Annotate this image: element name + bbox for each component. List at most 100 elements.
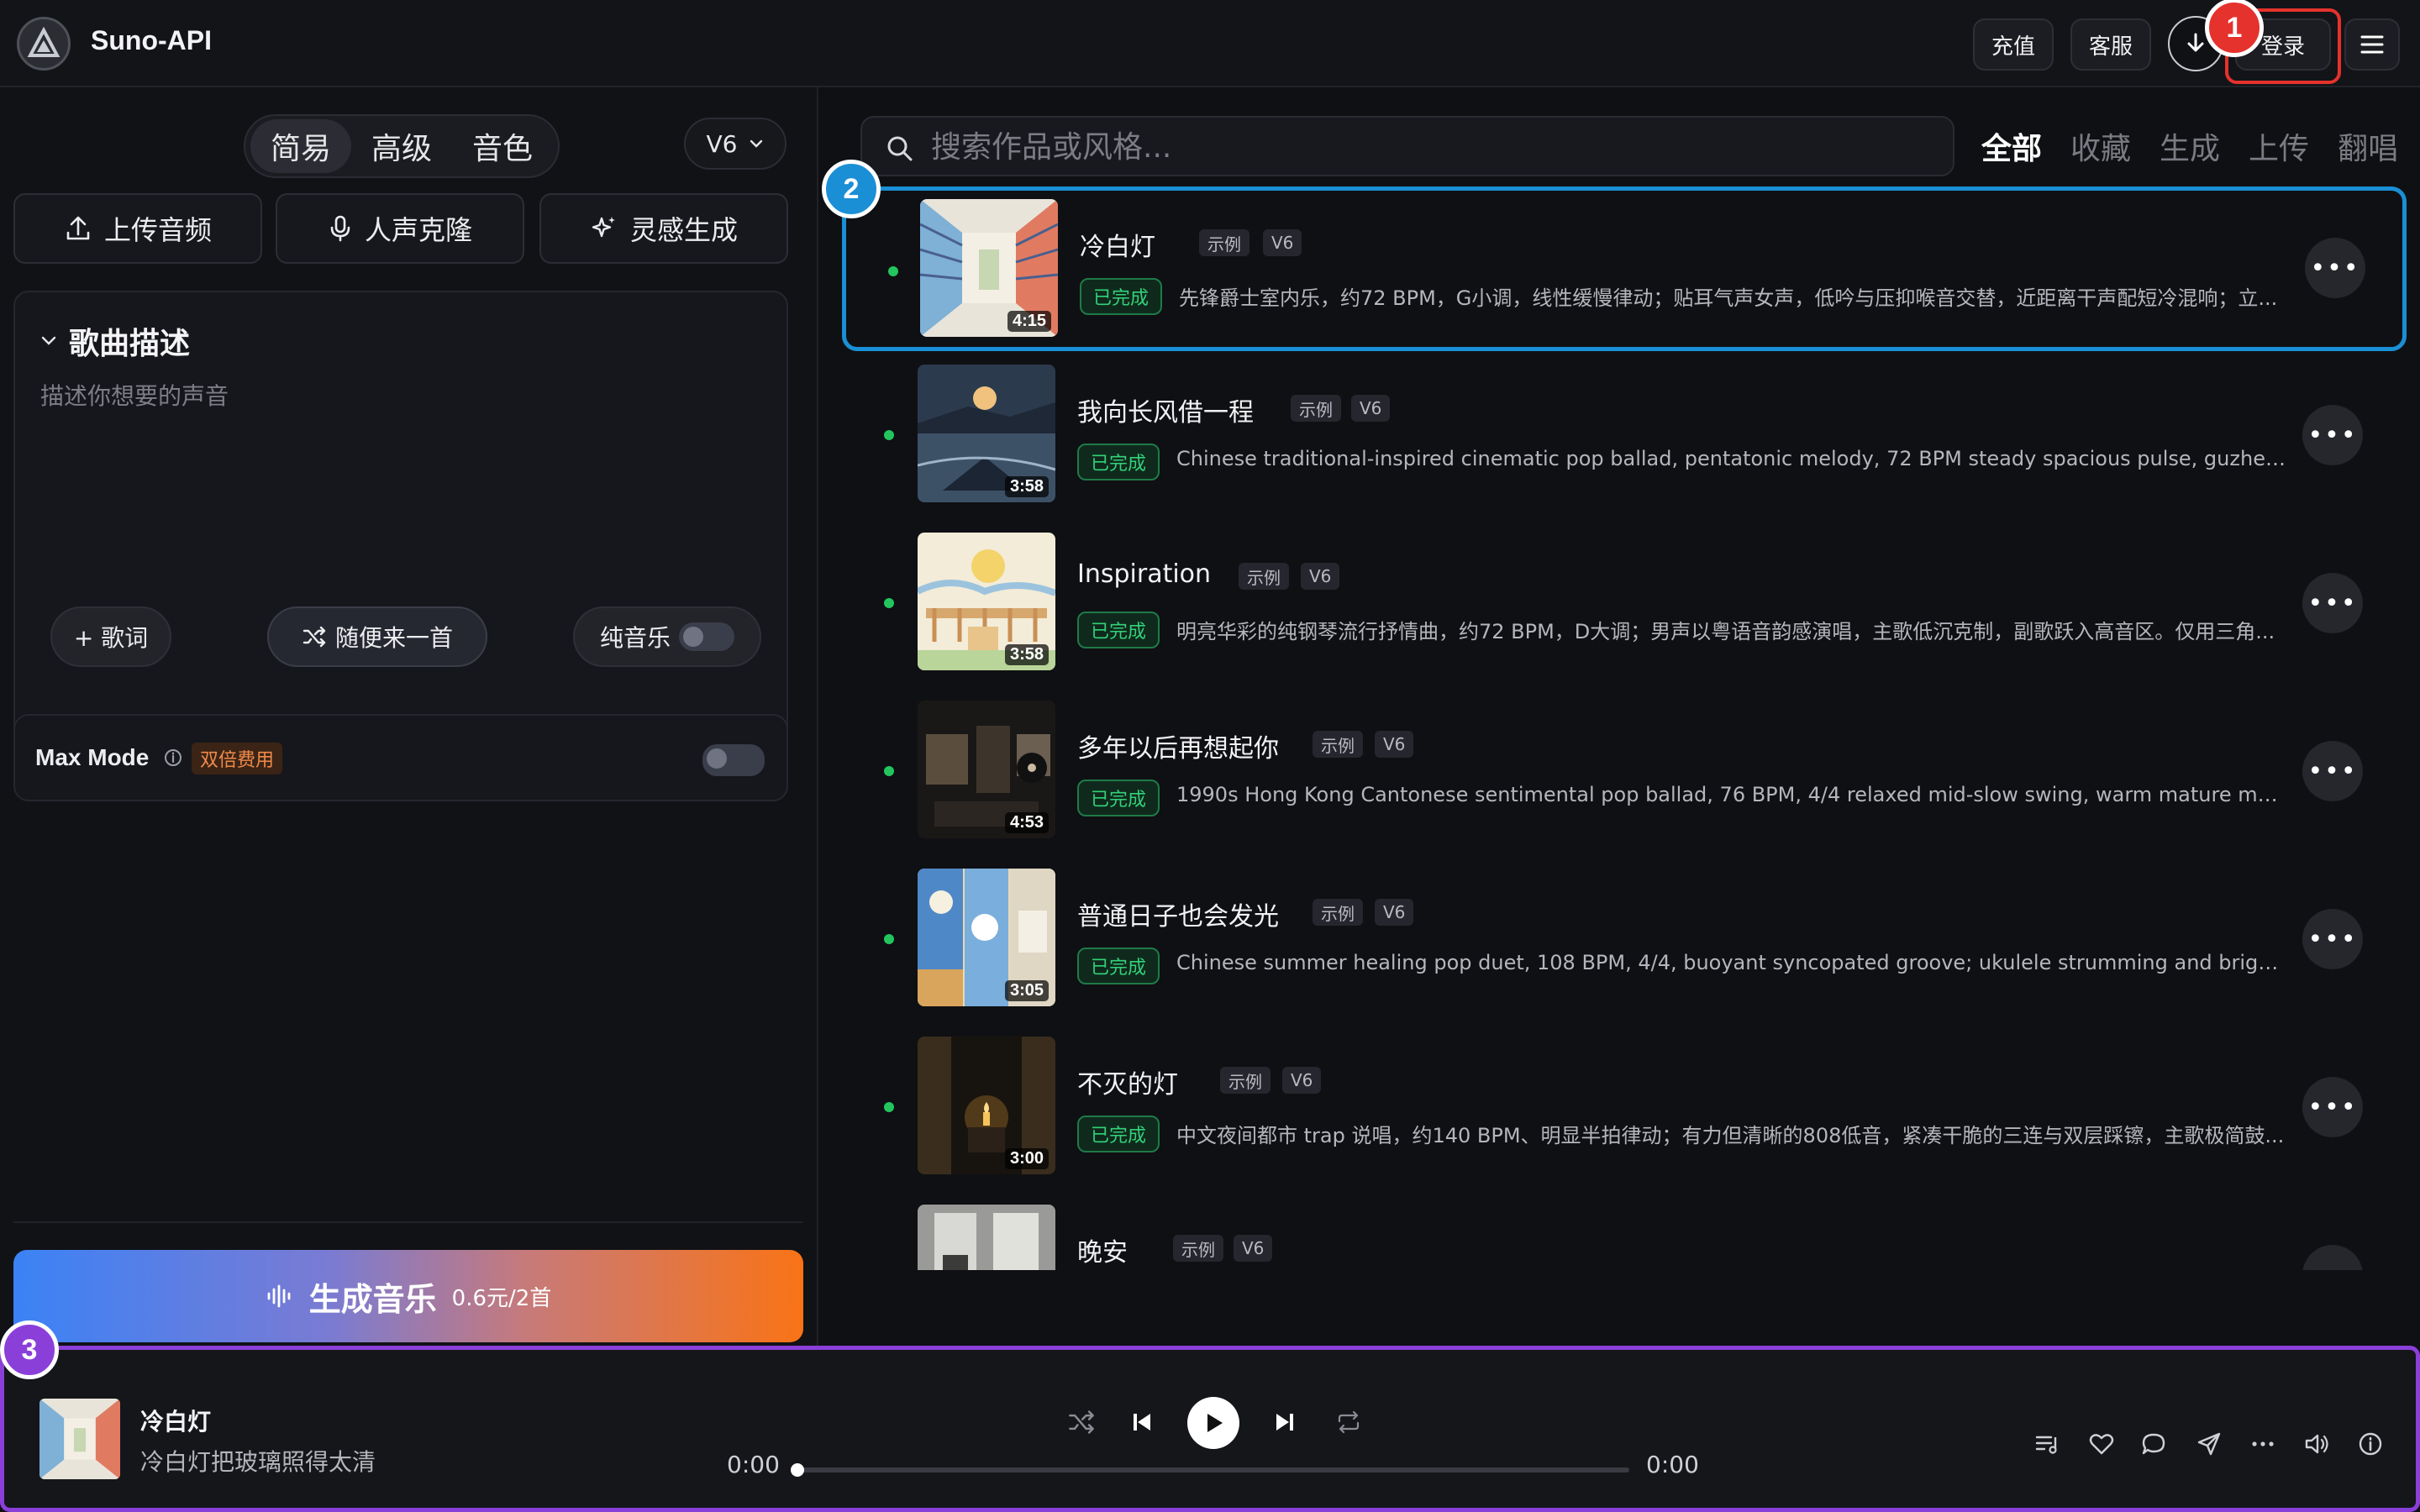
tab-simple[interactable]: 简易	[250, 119, 351, 173]
inspiration-button[interactable]: 灵感生成	[539, 193, 788, 264]
play-button[interactable]	[1187, 1397, 1239, 1449]
max-mode-toggle[interactable]	[702, 744, 765, 776]
song-cover[interactable]: 4:53	[918, 701, 1055, 838]
sparkle-icon	[592, 217, 615, 238]
song-tag-version: V6	[1282, 1067, 1322, 1094]
ellipsis-icon: •••	[2307, 1261, 2357, 1271]
filter-tab-favorites[interactable]: 收藏	[2070, 124, 2131, 168]
more-options-button[interactable]: •••	[2302, 1077, 2363, 1137]
playlist-button[interactable]	[2031, 1427, 2065, 1461]
upload-audio-button[interactable]: 上传音频	[13, 193, 262, 264]
song-title[interactable]: 多年以后再想起你	[1077, 727, 1279, 764]
song-tag-example: 示例	[1291, 395, 1341, 422]
share-button[interactable]	[2192, 1427, 2226, 1461]
menu-button[interactable]	[2344, 18, 2400, 71]
chevron-down-icon	[41, 336, 56, 345]
voice-clone-button[interactable]: 人声克隆	[276, 193, 524, 264]
filter-tab-covers[interactable]: 翻唱	[2338, 124, 2398, 168]
status-dot	[888, 266, 898, 276]
random-song-button[interactable]: 随便来一首	[267, 606, 487, 667]
instrumental-toggle-pill[interactable]: 纯音乐	[573, 606, 761, 667]
song-cover[interactable]: 4:15	[920, 199, 1058, 337]
shuffle-button[interactable]	[1065, 1405, 1098, 1439]
add-lyrics-button[interactable]: + 歌词	[50, 606, 171, 667]
song-info-button[interactable]	[2354, 1427, 2387, 1461]
volume-button[interactable]	[2300, 1427, 2333, 1461]
skip-next-icon	[1276, 1414, 1293, 1431]
song-tag-example: 示例	[1313, 899, 1363, 926]
comment-button[interactable]	[2137, 1427, 2170, 1461]
more-options-button[interactable]: •••	[2302, 741, 2363, 801]
song-cover[interactable]: 3:05	[918, 869, 1055, 1006]
max-mode-card: Max Mode 双倍费用	[13, 714, 788, 801]
song-row[interactable]: 3:00 不灭的灯 示例 V6 已完成 中文夜间都市 trap 说唱，约140 …	[840, 1026, 2403, 1191]
instrumental-toggle[interactable]	[679, 622, 734, 651]
song-tag-example: 示例	[1199, 229, 1249, 256]
song-cover[interactable]: 3:58	[918, 365, 1055, 502]
more-options-button[interactable]: •••	[2305, 238, 2365, 298]
song-list: 4:15 冷白灯 示例 V6 已完成 先锋爵士室内乐，约72 BPM，G小调，线…	[840, 186, 2420, 1270]
ellipsis-icon: •••	[2307, 420, 2358, 450]
song-cover[interactable]: 3:58	[918, 533, 1055, 670]
next-button[interactable]	[1268, 1405, 1302, 1439]
status-dot	[884, 430, 894, 440]
song-title[interactable]: Inspiration	[1077, 559, 1211, 589]
generate-music-button[interactable]: 生成音乐 0.6元/2首	[13, 1250, 803, 1342]
status-badge: 已完成	[1077, 612, 1160, 648]
status-badge: 已完成	[1077, 444, 1160, 480]
player-more-button[interactable]	[2246, 1427, 2280, 1461]
song-title[interactable]: 晚安	[1077, 1231, 1128, 1268]
filter-tab-all[interactable]: 全部	[1981, 124, 2042, 168]
song-duration: 3:58	[1004, 644, 1049, 665]
song-description: Chinese traditional-inspired cinematic p…	[1176, 447, 2286, 470]
customer-service-button[interactable]: 客服	[2070, 18, 2151, 71]
ellipsis-icon	[2252, 1441, 2274, 1446]
more-options-button[interactable]: •••	[2302, 909, 2363, 969]
annotation-marker-3: 3	[0, 1320, 59, 1379]
info-icon	[2359, 1432, 2382, 1456]
player-bar: 冷白灯 冷白灯把玻璃照得太清 0:00 0:00	[0, 1346, 2420, 1512]
ellipsis-icon: •••	[2307, 1092, 2358, 1122]
song-cover[interactable]: 3:00	[918, 1037, 1055, 1174]
song-title[interactable]: 普通日子也会发光	[1077, 895, 1279, 932]
song-tag-example: 示例	[1173, 1235, 1223, 1262]
song-description-header[interactable]: 歌曲描述	[40, 319, 190, 363]
progress-bar[interactable]	[791, 1463, 1629, 1477]
tab-advanced[interactable]: 高级	[351, 119, 452, 173]
voice-clone-label: 人声克隆	[364, 214, 472, 246]
player-cover[interactable]	[39, 1399, 120, 1479]
recharge-button[interactable]: 充值	[1973, 18, 2054, 71]
favorite-button[interactable]	[2085, 1427, 2118, 1461]
filter-tab-generated[interactable]: 生成	[2160, 124, 2220, 168]
random-song-label: 随便来一首	[334, 624, 453, 652]
song-row[interactable]: 4:15 冷白灯 示例 V6 已完成 先锋爵士室内乐，约72 BPM，G小调，线…	[842, 186, 2407, 351]
song-title[interactable]: 冷白灯	[1080, 226, 1155, 263]
app-logo-icon[interactable]	[17, 17, 71, 71]
more-options-button[interactable]: •••	[2302, 1245, 2363, 1270]
song-cover[interactable]	[918, 1205, 1055, 1270]
more-options-button[interactable]: •••	[2302, 405, 2363, 465]
previous-button[interactable]	[1125, 1405, 1159, 1439]
more-options-button[interactable]: •••	[2302, 573, 2363, 633]
repeat-button[interactable]	[1332, 1405, 1365, 1439]
song-row[interactable]: 4:53 多年以后再想起你 示例 V6 已完成 1990s Hong Kong …	[840, 690, 2403, 855]
version-select[interactable]: V6	[684, 118, 786, 170]
song-title[interactable]: 不灭的灯	[1077, 1063, 1178, 1100]
song-row[interactable]: 3:05 普通日子也会发光 示例 V6 已完成 Chinese summer h…	[840, 858, 2403, 1023]
song-row[interactable]: 3:58 Inspiration 示例 V6 已完成 明亮华彩的纯钢琴流行抒情曲…	[840, 522, 2403, 687]
song-tag-example: 示例	[1313, 731, 1363, 758]
tab-voice[interactable]: 音色	[452, 119, 553, 173]
song-row[interactable]: 3:58 我向长风借一程 示例 V6 已完成 Chinese tradition…	[840, 354, 2403, 519]
search-icon	[887, 136, 913, 161]
generate-price: 0.6元/2首	[451, 1285, 552, 1311]
double-cost-badge: 双倍费用	[192, 743, 283, 774]
filter-tab-uploaded[interactable]: 上传	[2249, 124, 2309, 168]
progress-knob[interactable]	[791, 1463, 804, 1477]
song-row[interactable]: 晚安 示例 V6 •••	[840, 1194, 2403, 1270]
info-icon[interactable]	[163, 748, 183, 768]
song-description-input[interactable]: 描述你想要的声音	[40, 378, 229, 412]
mode-tabs: 简易 高级 音色	[244, 114, 560, 178]
search-input[interactable]	[931, 128, 1923, 166]
song-title[interactable]: 我向长风借一程	[1077, 391, 1254, 428]
song-duration: 3:05	[1004, 980, 1049, 1001]
